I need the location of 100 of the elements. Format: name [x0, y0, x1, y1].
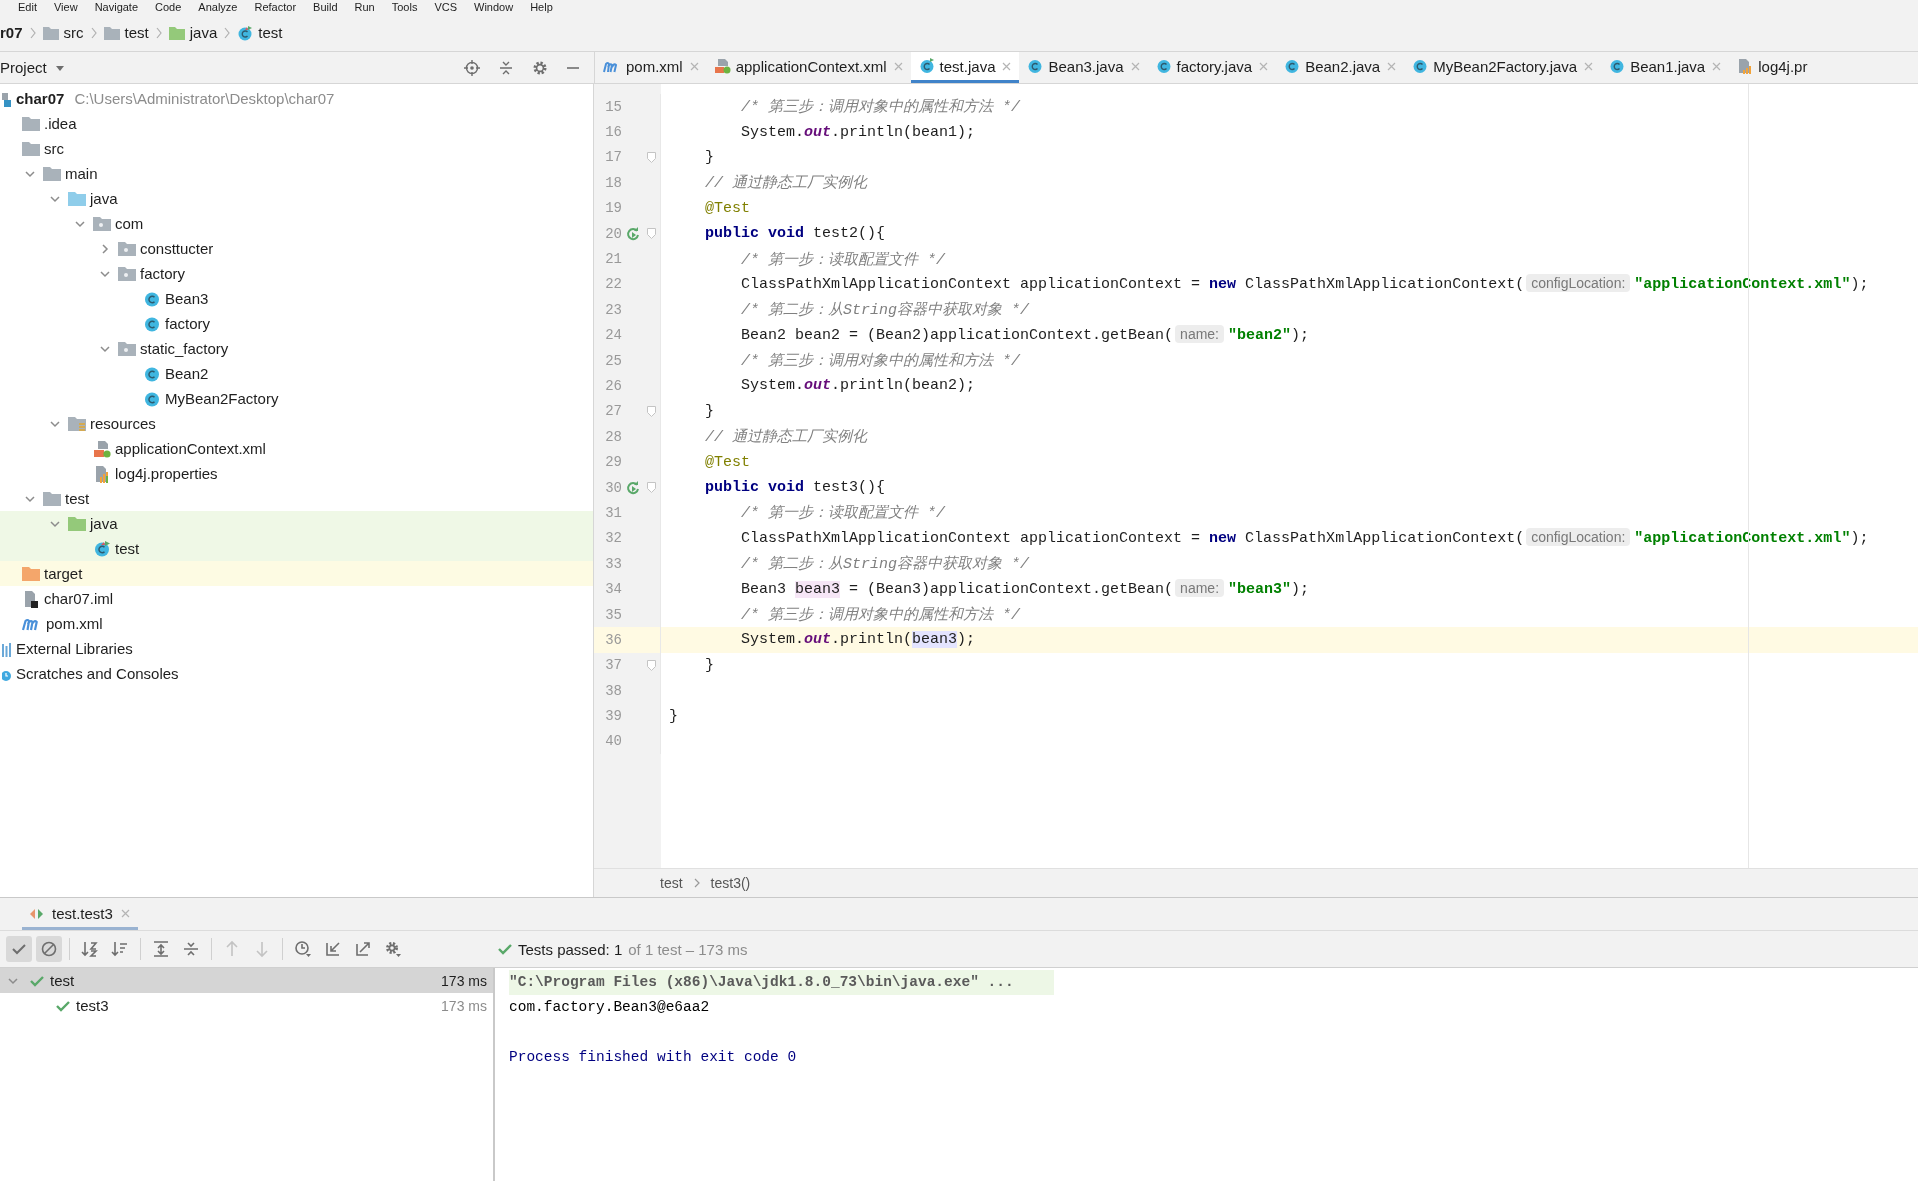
code-text: }: [669, 707, 678, 725]
close-icon[interactable]: [893, 61, 903, 71]
menu-item[interactable]: Run: [354, 0, 375, 14]
folder-icon: [68, 516, 86, 531]
test-result-row[interactable]: test 173 ms: [0, 968, 493, 993]
code-text: public: [704, 479, 759, 497]
test-result-row[interactable]: test3 173 ms: [0, 993, 493, 1018]
close-icon[interactable]: [120, 909, 130, 918]
fold-icon[interactable]: [646, 482, 656, 494]
breadcrumb-item[interactable]: test3(): [710, 875, 751, 891]
properties-file-icon: [93, 464, 111, 483]
menu-item[interactable]: Help: [530, 0, 553, 14]
folder-icon: [118, 341, 136, 356]
properties-file-icon: [1737, 58, 1754, 74]
stop-icon: [40, 940, 58, 958]
code-text: }: [704, 656, 714, 674]
menu-item[interactable]: Edit: [18, 0, 37, 14]
code-text: System.: [740, 377, 805, 395]
editor-tab[interactable]: applicationContext.xml: [706, 52, 911, 83]
fold-icon[interactable]: [646, 659, 656, 671]
code-text: void: [767, 225, 805, 243]
code-text: );: [1850, 276, 1869, 294]
class-icon: [93, 539, 111, 558]
editor-tab[interactable]: log4j.pr: [1729, 52, 1816, 83]
close-icon[interactable]: [1712, 61, 1722, 71]
panel-title-dropdown[interactable]: Project: [0, 59, 65, 76]
settings-icon[interactable]: [532, 59, 548, 76]
line-number: 26: [604, 378, 622, 394]
menu-item[interactable]: Analyze: [198, 0, 238, 14]
editor-tab[interactable]: MyBean2Factory.java: [1404, 52, 1602, 83]
editor-tab[interactable]: Bean2.java: [1276, 52, 1405, 83]
collapse-icon[interactable]: [498, 59, 514, 76]
console-line: com.factory.Bean3@e6aa2: [509, 998, 710, 1017]
breadcrumb-item[interactable]: src: [42, 24, 84, 41]
menu-item[interactable]: Window: [474, 0, 514, 14]
class-icon: [918, 58, 935, 74]
caret-icon: [54, 63, 65, 72]
close-icon[interactable]: [689, 61, 699, 71]
tree-item[interactable]: java: [0, 511, 593, 536]
stop-button[interactable]: [36, 936, 62, 962]
check-button[interactable]: [6, 936, 32, 962]
line-number: 33: [604, 555, 622, 572]
editor-tab[interactable]: factory.java: [1147, 52, 1277, 83]
menu-item[interactable]: View: [53, 0, 78, 14]
fold-icon[interactable]: [646, 151, 656, 163]
code-text: ClassPathXmlApplicationContext(: [1244, 276, 1525, 294]
code-text: );: [1291, 327, 1310, 345]
run-test-icon[interactable]: [626, 480, 640, 495]
code-text: Bean3: [740, 581, 788, 599]
tree-item[interactable]: target: [0, 561, 593, 586]
check-icon: [56, 999, 70, 1012]
code-text: /* 第一步：读取配置文件 */: [740, 505, 946, 523]
run-test-icon[interactable]: [626, 226, 640, 241]
menu-item[interactable]: Build: [313, 0, 338, 14]
close-icon[interactable]: [1130, 61, 1140, 71]
chevron-icon[interactable]: [99, 242, 111, 255]
code-text: );: [1291, 581, 1310, 599]
locate-icon[interactable]: [464, 59, 480, 76]
line-number: 23: [604, 301, 622, 318]
xml-file-icon: [93, 439, 111, 458]
chevron-icon: [692, 877, 701, 889]
code-text: /* 第二步：从String容器中获取对象 */: [740, 556, 1030, 574]
editor-tab[interactable]: Bean3.java: [1019, 52, 1148, 83]
line-number: 27: [604, 403, 622, 420]
close-icon[interactable]: [1259, 61, 1269, 71]
editor-tab[interactable]: test.java: [910, 52, 1020, 83]
code-text: System.: [740, 123, 805, 141]
menu-item[interactable]: Tools: [391, 0, 418, 14]
line-number: 15: [604, 98, 622, 115]
breadcrumb-item[interactable]: java: [168, 24, 218, 41]
breadcrumb-item[interactable]: r07: [0, 24, 23, 41]
menu-item[interactable]: Refactor: [254, 0, 297, 14]
close-icon[interactable]: [1584, 61, 1594, 71]
menu-item[interactable]: VCS: [434, 0, 458, 14]
code-text: /* 第三步：调用对象中的属性和方法 */: [740, 353, 1021, 371]
folder-icon: [103, 25, 120, 40]
code-text: ClassPathXmlApplicationContext(: [1244, 530, 1525, 548]
check-icon: [498, 943, 512, 955]
class-icon: [1027, 58, 1044, 74]
breadcrumb-item[interactable]: test: [237, 24, 283, 41]
code-text: "applicationContext.xml": [1634, 530, 1851, 548]
close-icon[interactable]: [1002, 61, 1012, 71]
tree-item[interactable]: test: [0, 536, 593, 561]
code-text: "bean3": [1228, 581, 1292, 599]
menu-item[interactable]: Code: [155, 0, 182, 14]
breadcrumb-item[interactable]: test: [660, 875, 683, 891]
code-text: out: [804, 377, 832, 395]
export-icon: [354, 940, 372, 958]
editor-tab[interactable]: pom.xml: [595, 52, 707, 83]
folder-icon: [93, 216, 111, 231]
code-text: /* 第一步：读取配置文件 */: [740, 251, 946, 269]
menu-item[interactable]: Navigate: [94, 0, 139, 14]
fold-icon[interactable]: [646, 228, 656, 240]
fold-icon[interactable]: [646, 405, 656, 417]
breadcrumb-item[interactable]: test: [103, 24, 149, 41]
editor-tab[interactable]: Bean1.java: [1601, 52, 1730, 83]
code-text: void: [767, 479, 805, 497]
code-text: "bean2": [1228, 327, 1292, 345]
close-icon[interactable]: [1387, 61, 1397, 71]
code-text: /* 第三步：调用对象中的属性和方法 */: [740, 607, 1021, 624]
